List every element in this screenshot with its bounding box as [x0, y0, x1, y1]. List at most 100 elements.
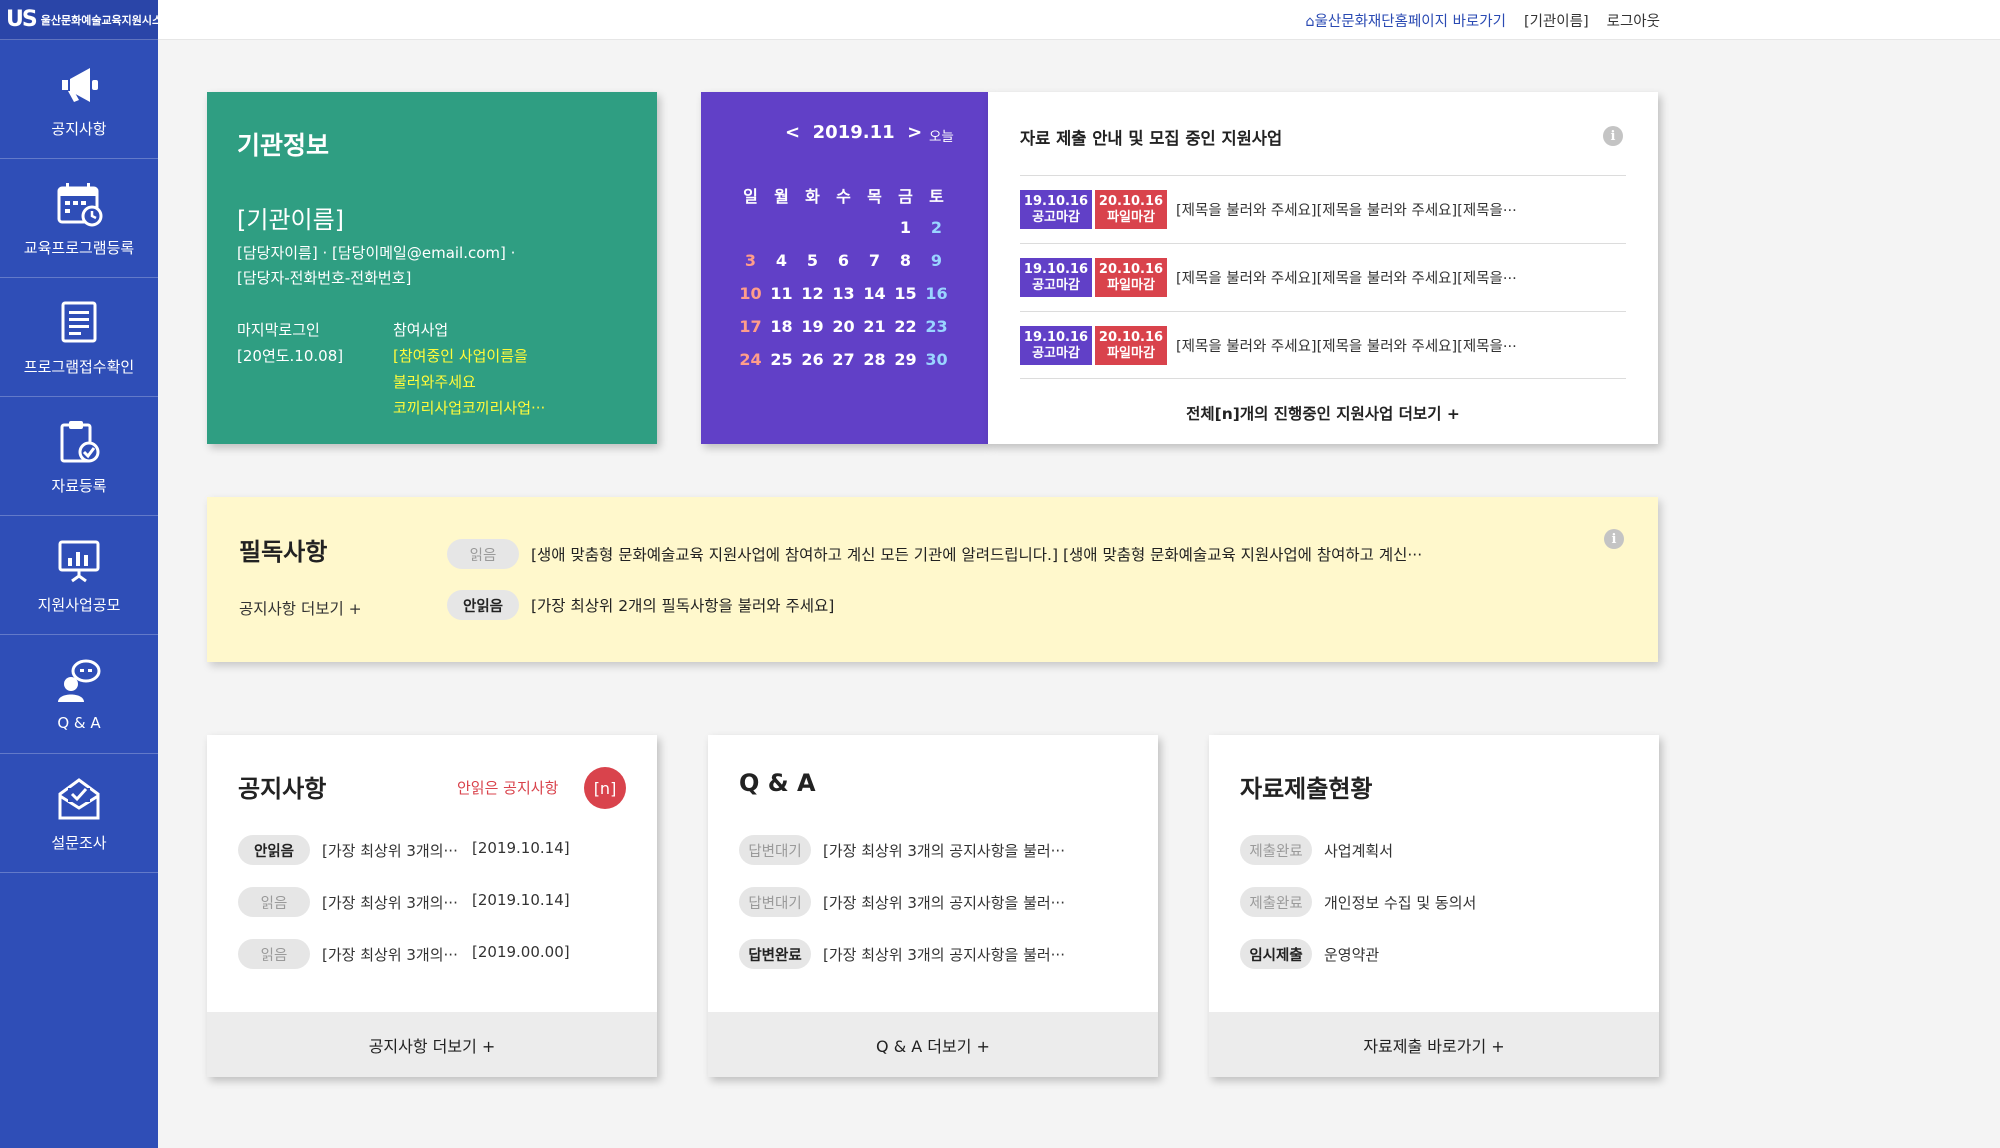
- calendar-day[interactable]: 28: [859, 343, 890, 376]
- calendar-day[interactable]: 22: [890, 310, 921, 343]
- sidebar-item-support-apply[interactable]: 지원사업공모: [0, 516, 158, 635]
- document-icon: [61, 301, 97, 342]
- calendar-day[interactable]: 23: [921, 310, 952, 343]
- docs-goto-button[interactable]: 자료제출 바로가기 +: [1209, 1012, 1659, 1077]
- last-login-value: [20연도.10.08]: [237, 347, 344, 365]
- calendar-day[interactable]: 18: [766, 310, 797, 343]
- logout-link[interactable]: 로그아웃: [1607, 10, 1660, 31]
- calendar-day[interactable]: 4: [766, 244, 797, 277]
- calendar-day[interactable]: 20: [828, 310, 859, 343]
- must-read-row[interactable]: 안읽음 [가장 최상위 2개의 필독사항을 불러와 주세요]: [447, 590, 834, 620]
- sidebar-item-data-register[interactable]: 자료등록: [0, 397, 158, 516]
- docs-row[interactable]: 제출완료 개인정보 수집 및 동의서: [1240, 887, 1476, 917]
- calendar-day[interactable]: 9: [921, 244, 952, 277]
- info-icon[interactable]: i: [1604, 529, 1624, 549]
- qa-row[interactable]: 답변대기 [가장 최상위 3개의 공지사항을 불러···: [739, 887, 1065, 917]
- notice-row[interactable]: 읽음 [가장 최상위 3개의···: [238, 939, 458, 969]
- docs-row[interactable]: 임시제출 운영약관: [1240, 939, 1379, 969]
- today-button[interactable]: 오늘: [929, 125, 954, 145]
- org-name: [기관이름]: [237, 206, 345, 234]
- calendar-day[interactable]: 2: [921, 211, 952, 244]
- calendar-day[interactable]: [766, 211, 797, 244]
- notice-row-text: [가장 최상위 3개의···: [322, 945, 458, 964]
- calendar-day[interactable]: 6: [828, 244, 859, 277]
- badge-label: 공고마감: [1032, 345, 1080, 361]
- calendar-month: 2019.11: [812, 122, 895, 143]
- last-login: 마지막로그인 [20연도.10.08]: [237, 317, 393, 421]
- sidebar-item-label: 지원사업공모: [37, 595, 121, 614]
- qa-row[interactable]: 답변완료 [가장 최상위 3개의 공지사항을 불러···: [739, 939, 1065, 969]
- qa-row-text: [가장 최상위 3개의 공지사항을 불러···: [823, 841, 1065, 860]
- sidebar-item-qa[interactable]: Q & A: [0, 635, 158, 754]
- calendar-day[interactable]: 13: [828, 277, 859, 310]
- org-name-link[interactable]: [기관이름]: [1524, 10, 1589, 31]
- calendar-day[interactable]: 5: [797, 244, 828, 277]
- logo[interactable]: US 울산문화예술교육지원시스템: [0, 0, 172, 40]
- badge-date: 19.10.16: [1023, 261, 1089, 277]
- notice-more-button[interactable]: 공지사항 더보기 +: [207, 1012, 657, 1077]
- support-project-row[interactable]: 19.10.16 공고마감 20.10.16 파일마감 [제목을 불러와 주세요][…: [1020, 244, 1626, 311]
- qa-row[interactable]: 답변대기 [가장 최상위 3개의 공지사항을 불러···: [739, 835, 1065, 865]
- calendar-day[interactable]: 27: [828, 343, 859, 376]
- weekday: 월: [774, 186, 789, 206]
- calendar-day[interactable]: 24: [735, 343, 766, 376]
- support-project-title: [제목을 불러와 주세요][제목을 불러와 주세요][제목을···: [1176, 203, 1517, 219]
- calendar-day[interactable]: [735, 211, 766, 244]
- support-projects-more-link[interactable]: 전체[n]개의 진행중인 지원사업 더보기 +: [988, 402, 1658, 424]
- calendar-day[interactable]: 7: [859, 244, 890, 277]
- calendar-day[interactable]: 15: [890, 277, 921, 310]
- must-read-row[interactable]: 읽음 [생애 맞춤형 문화예술교육 지원사업에 참여하고 계신 모든 기관에 알…: [447, 539, 1422, 569]
- weekday: 금: [898, 186, 913, 206]
- calendar-day[interactable]: 26: [797, 343, 828, 376]
- sidebar-item-program-check[interactable]: 프로그램접수확인: [0, 278, 158, 397]
- calendar-day[interactable]: 8: [890, 244, 921, 277]
- notice-card: 공지사항 안읽은 공지사항 [n] 안읽음 [가장 최상위 3개의··· [20…: [207, 735, 657, 1077]
- notice-more-link[interactable]: 공지사항 더보기 +: [239, 597, 362, 619]
- support-project-row[interactable]: 19.10.16 공고마감 20.10.16 파일마감 [제목을 불러와 주세요][…: [1020, 176, 1626, 243]
- home-icon: ⌂: [1305, 14, 1315, 30]
- participating-project-link[interactable]: [참여중인 사업이름을 불러와주세요 코끼리사업코끼리사업···: [393, 343, 573, 421]
- notice-row[interactable]: 안읽음 [가장 최상위 3개의···: [238, 835, 458, 865]
- docs-row-text: 사업계획서: [1324, 841, 1394, 860]
- org-contact-line: [담당자-전화번호-전화번호]: [237, 269, 412, 287]
- calendar-day[interactable]: 30: [921, 343, 952, 376]
- week-row: 10 11 12 13 14 15 16: [735, 277, 952, 310]
- sidebar-item-program-register[interactable]: 교육프로그램등록: [0, 159, 158, 278]
- calendar-day[interactable]: 19: [797, 310, 828, 343]
- notice-row[interactable]: 읽음 [가장 최상위 3개의···: [238, 887, 458, 917]
- calendar-day[interactable]: 12: [797, 277, 828, 310]
- week-row: 24 25 26 27 28 29 30: [735, 343, 952, 376]
- qa-row-text: [가장 최상위 3개의 공지사항을 불러···: [823, 893, 1065, 912]
- badge-label: 공고마감: [1032, 209, 1080, 225]
- weekday-row: 일 월 화 수 목 금 토: [735, 178, 952, 211]
- prev-month-icon[interactable]: <: [785, 122, 800, 143]
- support-project-row[interactable]: 19.10.16 공고마감 20.10.16 파일마감 [제목을 불러와 주세요][…: [1020, 312, 1626, 379]
- docs-row[interactable]: 제출완료 사업계획서: [1240, 835, 1393, 865]
- unread-count-badge[interactable]: [n]: [584, 767, 626, 809]
- calendar-day[interactable]: 17: [735, 310, 766, 343]
- next-month-icon[interactable]: >: [907, 122, 922, 143]
- qa-more-button[interactable]: Q & A 더보기 +: [708, 1012, 1158, 1077]
- home-link[interactable]: ⌂울산문화재단홈페이지 바로가기: [1305, 10, 1506, 31]
- calendar-day[interactable]: [797, 211, 828, 244]
- calendar-day[interactable]: 10: [735, 277, 766, 310]
- calendar-day[interactable]: 1: [890, 211, 921, 244]
- sidebar-item-label: 교육프로그램등록: [23, 238, 135, 257]
- calendar-day[interactable]: 3: [735, 244, 766, 277]
- calendar-day[interactable]: 29: [890, 343, 921, 376]
- notice-date: [2019.10.14]: [472, 839, 570, 857]
- badge-label: 파일마감: [1107, 277, 1155, 293]
- sidebar-item-survey[interactable]: 설문조사: [0, 754, 158, 873]
- calendar-day[interactable]: 25: [766, 343, 797, 376]
- sidebar-item-notice[interactable]: 공지사항: [0, 40, 158, 159]
- weekday: 일: [743, 186, 758, 206]
- calendar-day[interactable]: [859, 211, 890, 244]
- org-contact-line: [담당자이름] · [담당이메일@email.com] ·: [237, 244, 516, 262]
- calendar-day[interactable]: [828, 211, 859, 244]
- info-icon[interactable]: i: [1603, 126, 1623, 146]
- calendar-day[interactable]: 14: [859, 277, 890, 310]
- calendar-day[interactable]: 21: [859, 310, 890, 343]
- week-row: 17 18 19 20 21 22 23: [735, 310, 952, 343]
- calendar-day[interactable]: 11: [766, 277, 797, 310]
- calendar-day[interactable]: 16: [921, 277, 952, 310]
